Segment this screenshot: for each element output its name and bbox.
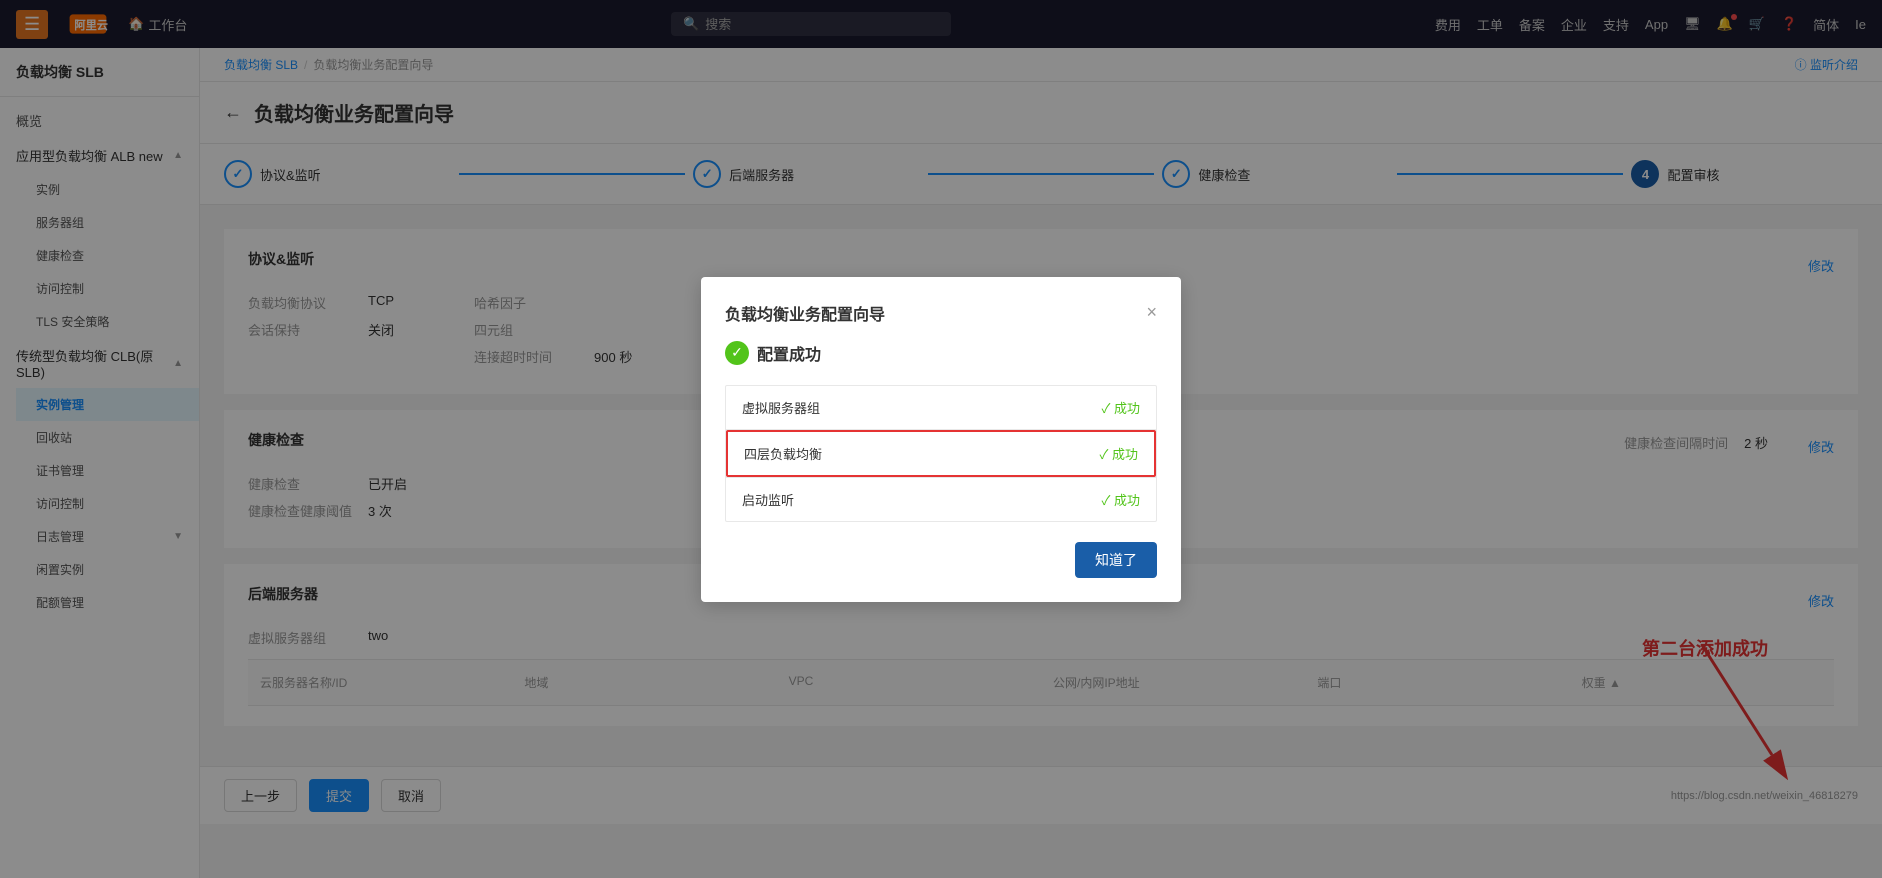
modal-row-listen-label: 启动监听 xyxy=(742,490,1102,509)
modal-row-vserver: 虚拟服务器组 ✓ 成功 xyxy=(726,386,1156,430)
modal-row-vserver-status: ✓ 成功 xyxy=(1102,398,1141,417)
success-title: 配置成功 xyxy=(757,341,821,365)
modal-table-wrapper: 虚拟服务器组 ✓ 成功 四层负载均衡 ✓ 成功 启动监听 ✓ 成功 xyxy=(725,385,1157,522)
modal-success-header: ✓ 配置成功 xyxy=(725,341,1157,365)
modal-row-listen: 启动监听 ✓ 成功 xyxy=(726,477,1156,521)
modal-row-layer4-status: ✓ 成功 xyxy=(1100,444,1139,463)
modal-overlay: 负载均衡业务配置向导 × ✓ 配置成功 虚拟服务器组 ✓ 成功 四层负载均衡 ✓… xyxy=(0,0,1882,878)
modal-row-vserver-label: 虚拟服务器组 xyxy=(742,398,1102,417)
modal-dialog: 负载均衡业务配置向导 × ✓ 配置成功 虚拟服务器组 ✓ 成功 四层负载均衡 ✓… xyxy=(701,277,1181,602)
modal-row-layer4-label: 四层负载均衡 xyxy=(744,444,1100,463)
success-icon: ✓ xyxy=(725,341,749,365)
modal-row-layer4: 四层负载均衡 ✓ 成功 xyxy=(726,430,1156,477)
modal-close-button[interactable]: × xyxy=(1146,302,1157,323)
modal-title: 负载均衡业务配置向导 xyxy=(725,301,885,325)
modal-header: 负载均衡业务配置向导 × xyxy=(725,301,1157,325)
modal-footer: 知道了 xyxy=(725,542,1157,578)
confirm-button[interactable]: 知道了 xyxy=(1075,542,1157,578)
modal-row-listen-status: ✓ 成功 xyxy=(1102,490,1141,509)
